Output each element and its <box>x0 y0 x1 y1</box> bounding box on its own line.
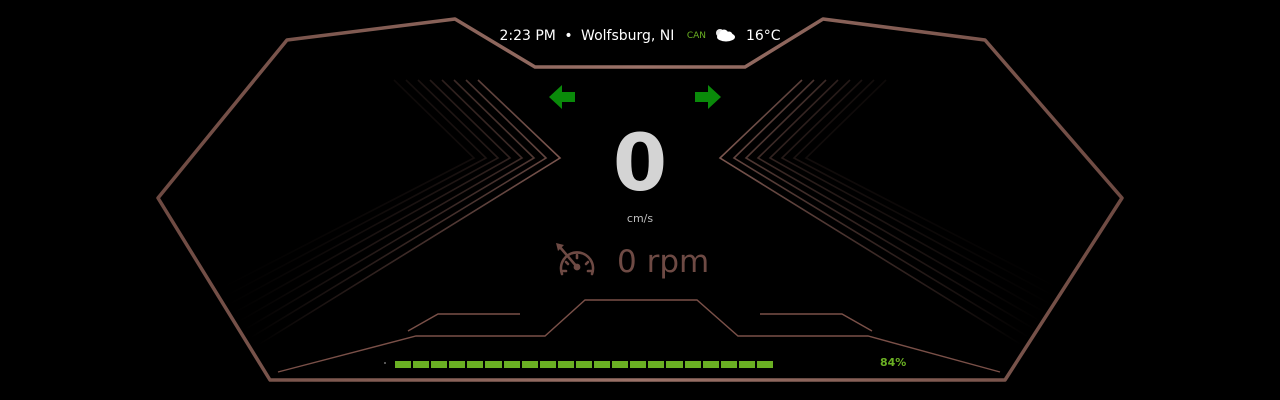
battery-segment <box>539 361 556 368</box>
status-bar: 2:23 PM • Wolfsburg, NI CAN 16°C <box>0 26 1280 46</box>
battery-segment <box>431 361 448 368</box>
battery-segment <box>557 361 574 368</box>
status-separator: • <box>564 28 573 44</box>
battery-segment <box>720 361 737 368</box>
battery-segment <box>395 361 412 368</box>
speed-unit: cm/s <box>626 212 654 225</box>
speed-value: 0 <box>612 119 668 209</box>
battery-segment <box>648 361 665 368</box>
battery-segment <box>503 361 520 368</box>
arrow-left-icon <box>549 85 575 109</box>
battery-segment <box>612 361 629 368</box>
left-chevron-pattern <box>217 79 562 346</box>
connection-label: CAN <box>686 31 707 41</box>
right-chevron-pattern <box>718 79 1063 346</box>
battery-percent: 84% <box>880 356 907 369</box>
battery-segment <box>521 361 538 368</box>
battery-level-bar <box>395 361 773 368</box>
battery-segment <box>738 361 755 368</box>
battery-segment <box>575 361 593 368</box>
speedometer-icon <box>556 243 595 276</box>
battery-segment <box>413 361 430 368</box>
battery-segment <box>630 361 647 368</box>
battery-segment <box>485 361 502 368</box>
battery-start-marker <box>384 362 386 364</box>
arrow-right-icon <box>695 85 721 109</box>
location: Wolfsburg, NI <box>581 28 675 44</box>
battery-segment <box>684 361 701 368</box>
clock: 2:23 PM <box>499 28 556 44</box>
battery-segment <box>702 361 719 368</box>
battery-segment <box>449 361 466 368</box>
rpm-value: 0 rpm <box>617 244 710 280</box>
battery-segment <box>467 361 484 368</box>
battery-segment <box>756 361 773 368</box>
battery-segment <box>594 361 611 368</box>
temperature: 16°C <box>745 28 781 44</box>
cloud-sun-icon <box>711 26 736 46</box>
battery-segment <box>666 361 683 368</box>
